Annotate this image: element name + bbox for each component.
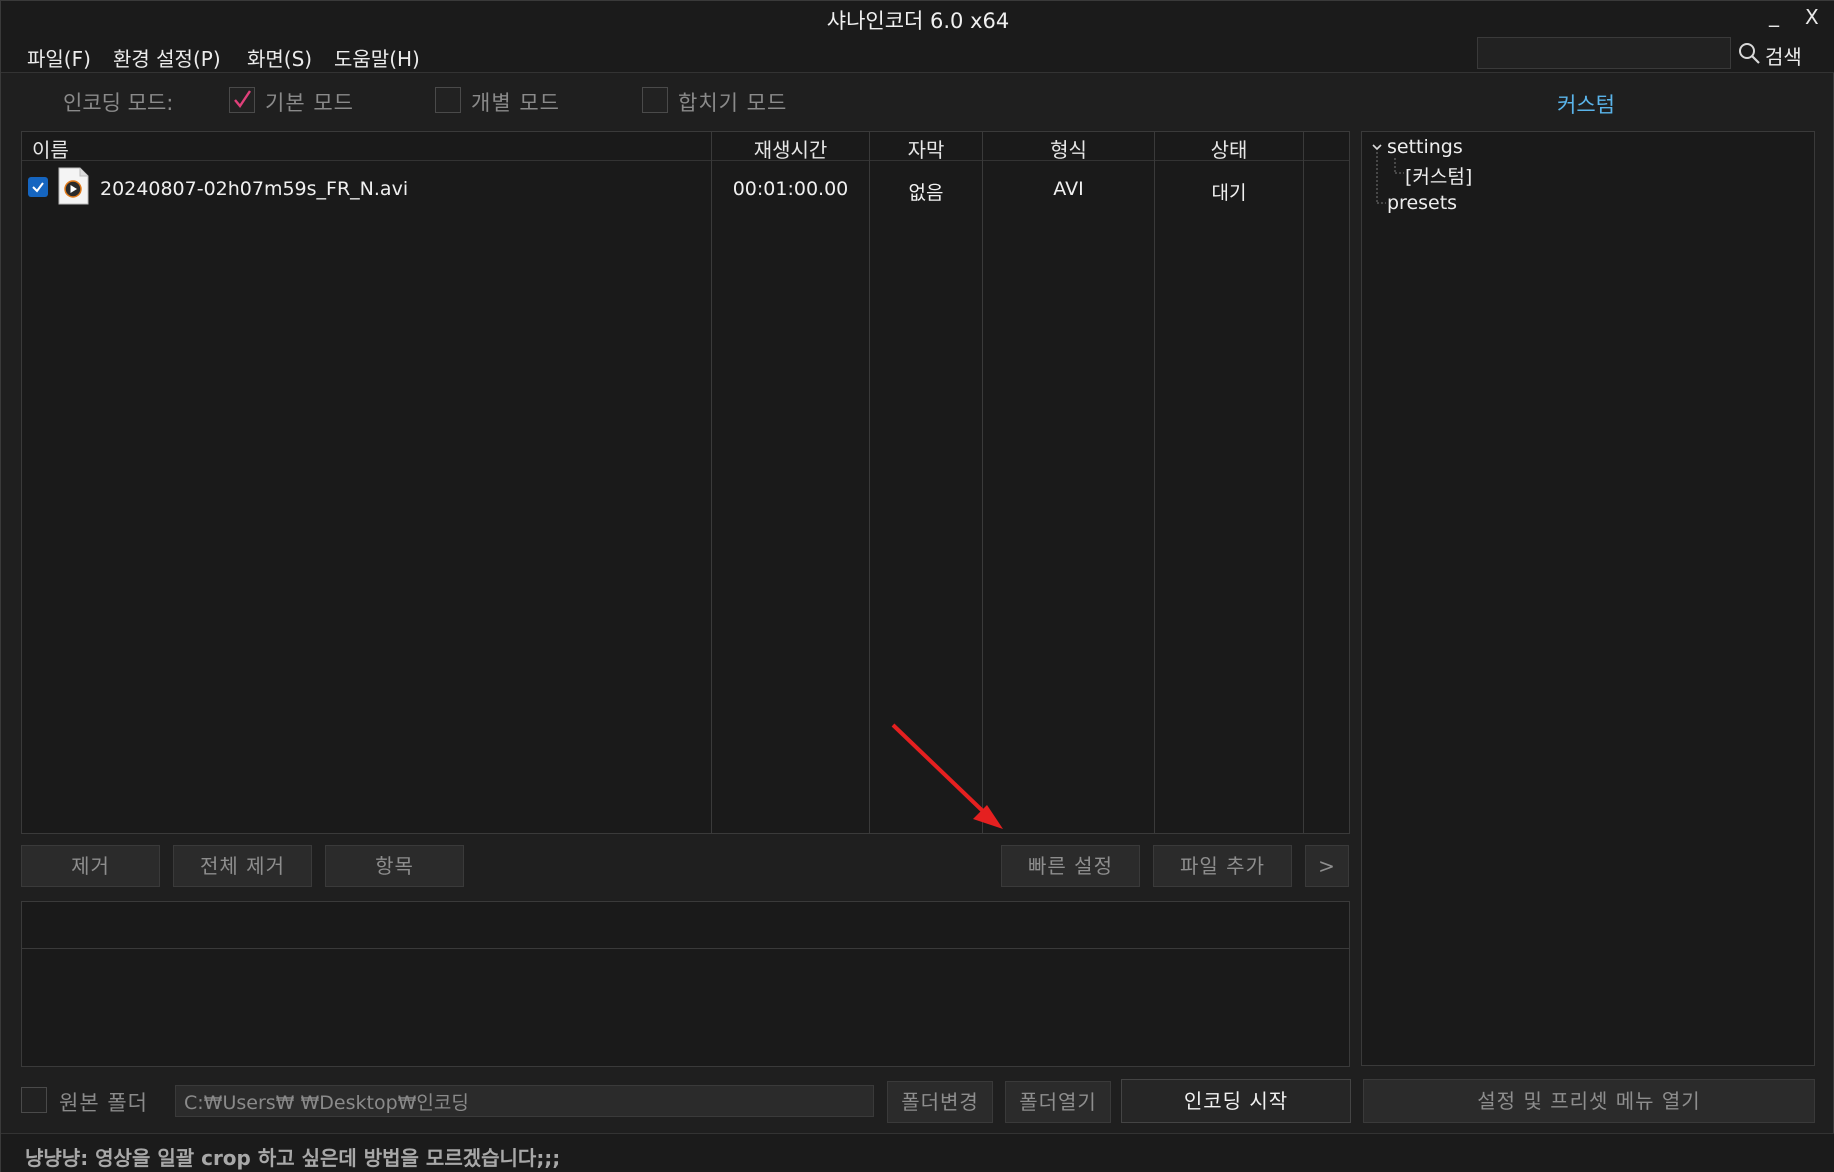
output-path-field[interactable]: C:₩Users₩ ₩Desktop₩인코딩: [175, 1085, 874, 1117]
add-file-button[interactable]: 파일 추가: [1153, 845, 1292, 887]
annotation-arrow: [891, 723, 1003, 829]
status-message: 냥냥냥: 영상을 일괄 crop 하고 싶은데 방법을 모르겠습니다;;;: [25, 1146, 561, 1170]
column-divider: [1154, 132, 1155, 833]
preset-title: 커스텀: [1557, 93, 1615, 117]
checkmark-icon: [32, 182, 44, 193]
change-folder-button[interactable]: 폴더변경: [887, 1081, 993, 1123]
file-format: AVI: [1053, 178, 1084, 200]
column-header-subtitle[interactable]: 자막: [870, 134, 982, 163]
individual-mode-label: 개별 모드: [471, 91, 560, 115]
file-list[interactable]: 이름 재생시간 자막 형식 상태 20240807-02h07m59s_FR_N…: [21, 131, 1350, 834]
encoding-mode-label: 인코딩 모드:: [63, 91, 174, 115]
status-bar: 냥냥냥: 영상을 일괄 crop 하고 싶은데 방법을 모르겠습니다;;;: [1, 1133, 1834, 1172]
open-settings-menu-button[interactable]: 설정 및 프리셋 메뉴 열기: [1363, 1079, 1815, 1123]
video-file-icon: [58, 167, 89, 205]
source-folder-checkbox[interactable]: [21, 1087, 47, 1113]
file-status: 대기: [1211, 182, 1247, 204]
column-header-status[interactable]: 상태: [1155, 134, 1303, 163]
close-button[interactable]: X: [1805, 5, 1819, 29]
checkmark-icon: [234, 90, 251, 109]
log-panel: [21, 901, 1350, 1067]
menu-file[interactable]: 파일(F): [27, 43, 91, 72]
column-divider: [711, 132, 712, 833]
file-subtitle: 없음: [908, 182, 944, 204]
window-title: 샤나인코더 6.0 x64: [826, 9, 1010, 33]
column-header-duration[interactable]: 재생시간: [712, 134, 869, 163]
individual-mode-checkbox[interactable]: [435, 87, 461, 113]
search-label[interactable]: 검색: [1765, 41, 1802, 70]
preset-tree[interactable]: settings [커스텀] presets: [1361, 131, 1815, 1066]
basic-mode-label: 기본 모드: [265, 91, 354, 115]
log-divider: [22, 948, 1349, 949]
merge-mode-checkbox[interactable]: [642, 87, 668, 113]
more-button[interactable]: >: [1305, 845, 1349, 887]
file-duration: 00:01:00.00: [732, 178, 849, 200]
menu-view[interactable]: 화면(S): [247, 43, 312, 72]
menu-settings[interactable]: 환경 설정(P): [113, 43, 221, 72]
menu-bar: 파일(F) 환경 설정(P) 화면(S) 도움말(H) 검색: [1, 35, 1834, 73]
tree-item-settings[interactable]: settings: [1387, 136, 1463, 158]
tree-item-presets[interactable]: presets: [1387, 192, 1457, 214]
app-window: 샤나인코더 6.0 x64 _ X 파일(F) 환경 설정(P) 화면(S) 도…: [0, 0, 1834, 1172]
title-bar: 샤나인코더 6.0 x64 _ X: [1, 1, 1834, 35]
column-divider: [869, 132, 870, 833]
file-name: 20240807-02h07m59s_FR_N.avi: [100, 178, 409, 200]
column-header-name[interactable]: 이름: [32, 134, 69, 163]
column-divider: [1303, 132, 1304, 833]
remove-all-button[interactable]: 전체 제거: [173, 845, 312, 887]
search-icon[interactable]: [1737, 41, 1761, 65]
remove-button[interactable]: 제거: [21, 845, 160, 887]
minimize-button[interactable]: _: [1769, 3, 1779, 27]
merge-mode-label: 합치기 모드: [678, 91, 788, 115]
source-folder-label: 원본 폴더: [59, 1091, 148, 1115]
tree-item-custom[interactable]: [커스텀]: [1405, 162, 1472, 189]
row-checkbox[interactable]: [28, 177, 48, 197]
menu-help[interactable]: 도움말(H): [334, 43, 420, 72]
basic-mode-checkbox[interactable]: [229, 87, 255, 113]
items-button[interactable]: 항목: [325, 845, 464, 887]
column-header-format[interactable]: 형식: [983, 134, 1154, 163]
quick-settings-button[interactable]: 빠른 설정: [1001, 845, 1140, 887]
search-input[interactable]: [1477, 37, 1731, 69]
open-folder-button[interactable]: 폴더열기: [1005, 1081, 1111, 1123]
start-encoding-button[interactable]: 인코딩 시작: [1121, 1079, 1351, 1123]
